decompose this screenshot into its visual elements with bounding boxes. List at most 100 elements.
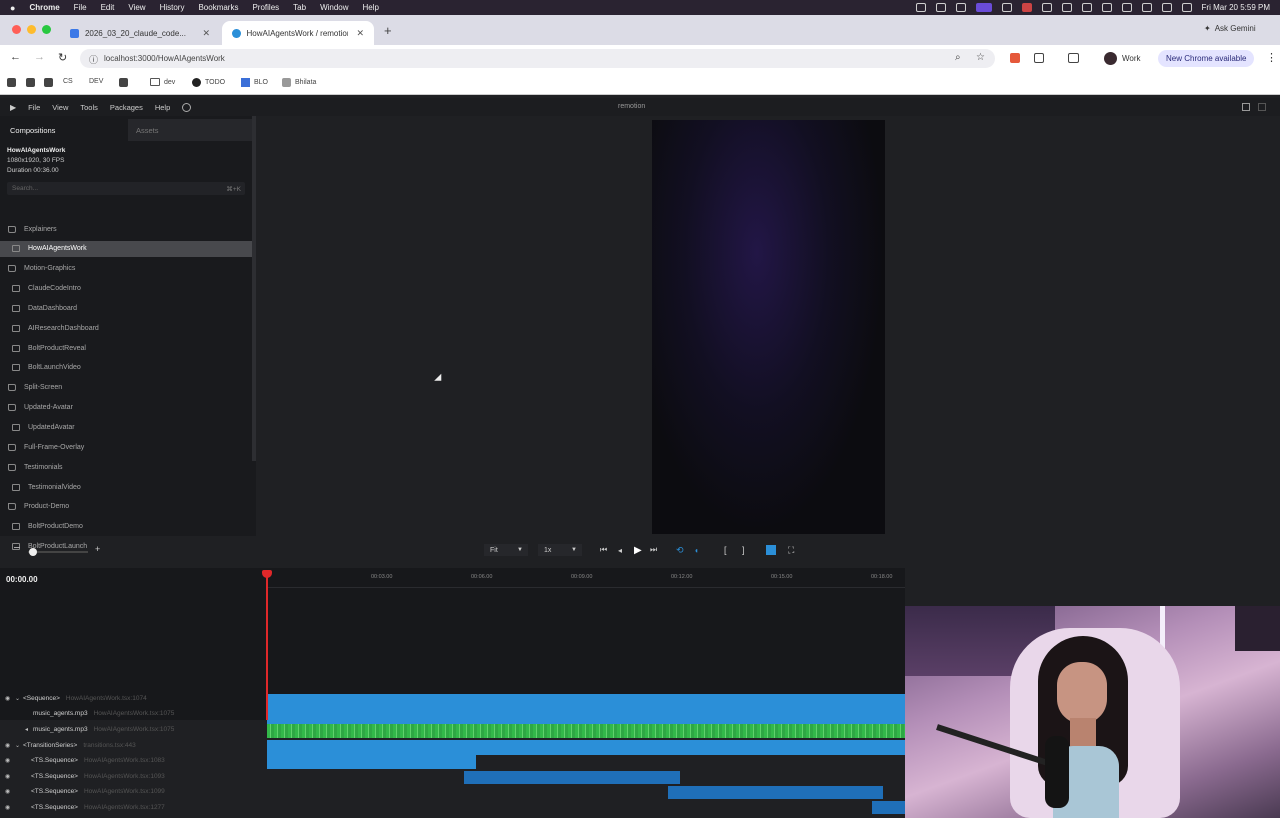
menu-packages[interactable]: Packages xyxy=(110,103,143,112)
menubar-help[interactable]: Help xyxy=(363,3,379,12)
layout-toggle-icon[interactable] xyxy=(1242,103,1250,111)
playhead[interactable] xyxy=(266,570,268,720)
menubar-bookmarks[interactable]: Bookmarks xyxy=(198,3,238,12)
screen-record-icon[interactable] xyxy=(975,3,992,12)
status-icon[interactable] xyxy=(1041,3,1052,12)
close-window-button[interactable] xyxy=(12,25,21,34)
jump-to-end-icon[interactable]: ⏭ xyxy=(650,544,657,556)
maximize-window-button[interactable] xyxy=(42,25,51,34)
in-point-icon[interactable]: [ xyxy=(724,544,727,556)
close-tab-icon[interactable]: ✕ xyxy=(202,28,210,39)
folder-item[interactable]: Explainers xyxy=(0,221,252,237)
menubar-datetime[interactable]: Fri Mar 20 5:59 PM xyxy=(1202,3,1270,12)
bookmark-blo[interactable]: BLO xyxy=(241,78,268,87)
timeline-track-row[interactable]: ◉ <TS.Sequence> HowAIAgentsWork.tsx:1083 xyxy=(0,753,262,768)
bookmark-star-icon[interactable]: ☆ xyxy=(976,52,985,63)
chrome-update-button[interactable]: New Chrome available xyxy=(1158,50,1255,67)
ts-sequence-bar[interactable] xyxy=(668,786,883,799)
canvas-zoom-in-icon[interactable]: + xyxy=(95,544,100,554)
composition-item[interactable]: BoltLaunchVideo xyxy=(0,360,252,376)
step-back-icon[interactable]: ◂ xyxy=(618,544,622,556)
folder-item[interactable]: Motion-Graphics xyxy=(0,261,252,277)
bookmark-todo[interactable]: TODO xyxy=(192,78,225,87)
menu-view[interactable]: View xyxy=(52,103,68,112)
tab-compositions[interactable]: Compositions xyxy=(10,122,55,138)
layout-toggle-icon[interactable] xyxy=(1258,103,1266,111)
tab-remotion[interactable]: HowAIAgentsWork / remotion ✕ xyxy=(222,21,374,45)
out-point-icon[interactable]: ] xyxy=(742,544,745,556)
composition-item[interactable]: TestimonialVideo xyxy=(0,479,252,495)
folder-item[interactable]: Split-Screen xyxy=(0,380,252,396)
menubar-history[interactable]: History xyxy=(160,3,185,12)
menubar-tab[interactable]: Tab xyxy=(293,3,306,12)
extensions-puzzle-icon[interactable] xyxy=(1034,53,1044,63)
folder-item[interactable]: Updated-Avatar xyxy=(0,400,252,416)
search-input[interactable]: Search... ⌘+K xyxy=(7,182,245,195)
zoom-select[interactable]: Fit ▼ xyxy=(484,544,528,556)
composition-item[interactable]: HowAIAgentsWork xyxy=(0,240,252,257)
menubar-file[interactable]: File xyxy=(74,3,87,12)
tab-assets[interactable]: Assets xyxy=(136,122,159,138)
minimize-window-button[interactable] xyxy=(27,25,36,34)
side-panel-icon[interactable] xyxy=(1068,53,1079,63)
sidebar-scrollbar[interactable] xyxy=(252,116,256,461)
bookmark-icon[interactable] xyxy=(26,78,35,87)
composition-item[interactable]: UpdatedAvatar xyxy=(0,420,252,436)
wifi-icon[interactable] xyxy=(1141,3,1152,12)
mic-icon[interactable] xyxy=(1001,3,1012,12)
checkerboard-icon[interactable] xyxy=(766,545,776,555)
timeline-track-row[interactable]: ◂ music_agents.mp3 HowAIAgentsWork.tsx:107… xyxy=(0,722,262,737)
menubar-edit[interactable]: Edit xyxy=(101,3,115,12)
composition-item[interactable]: AIResearchDashboard xyxy=(0,320,252,336)
composition-item[interactable]: DataDashboard xyxy=(0,300,252,316)
battery-icon[interactable] xyxy=(1121,3,1132,12)
reload-icon[interactable]: ↻ xyxy=(58,51,67,64)
visibility-eye-icon[interactable]: ◉ xyxy=(5,695,15,702)
bookmark-cs[interactable]: CS xyxy=(63,78,73,85)
composition-item[interactable]: ClaudeCodeIntro xyxy=(0,281,252,297)
status-icon[interactable] xyxy=(1021,3,1032,12)
expand-chevron-icon[interactable]: ◂ xyxy=(25,726,33,733)
menubar-view[interactable]: View xyxy=(128,3,145,12)
status-icon[interactable] xyxy=(1101,3,1112,12)
ts-sequence-bar[interactable] xyxy=(267,755,476,769)
zoom-icon[interactable]: ⌕ xyxy=(955,52,961,63)
address-bar[interactable]: ⓘ localhost:3000/HowAIAgentsWork ⌕ ☆ xyxy=(80,49,995,68)
bookmark-icon[interactable] xyxy=(119,78,128,87)
video-preview-canvas[interactable] xyxy=(652,120,885,534)
expand-chevron-icon[interactable]: ⌄ xyxy=(15,695,23,702)
control-center-icon[interactable] xyxy=(1181,3,1192,12)
visibility-eye-icon[interactable]: ◉ xyxy=(5,757,15,764)
back-icon[interactable]: ← xyxy=(10,51,21,63)
visibility-eye-icon[interactable]: ◉ xyxy=(5,742,15,749)
site-info-icon[interactable]: ⓘ xyxy=(89,53,98,66)
folder-item[interactable]: Full-Frame-Overlay xyxy=(0,439,252,455)
menu-file[interactable]: File xyxy=(28,103,40,112)
timeline-track-row[interactable]: ◉ <TS.Sequence> HowAIAgentsWork.tsx:1277 xyxy=(0,800,262,815)
ts-sequence-bar[interactable] xyxy=(464,771,680,784)
headphones-icon[interactable] xyxy=(1081,3,1092,12)
ts-sequence-bar[interactable] xyxy=(872,801,905,814)
loop-icon[interactable]: ⟲ xyxy=(676,544,684,556)
timeline-track-row[interactable]: ◉ ⌄ <TransitionSeries> transitions.tsx:443 xyxy=(0,738,262,753)
bookmark-dev-upper[interactable]: DEV xyxy=(89,78,103,85)
settings-icon[interactable] xyxy=(182,102,192,112)
transition-series-bar[interactable] xyxy=(267,740,905,755)
timeline-track-row[interactable]: ◉ <TS.Sequence> HowAIAgentsWork.tsx:1093 xyxy=(0,769,262,784)
menubar-window[interactable]: Window xyxy=(320,3,348,12)
expand-chevron-icon[interactable]: ⌄ xyxy=(15,742,23,749)
status-icon[interactable] xyxy=(1061,3,1072,12)
play-icon[interactable]: ▶ xyxy=(634,544,642,556)
visibility-eye-icon[interactable]: ◉ xyxy=(5,773,15,780)
tab-docs[interactable]: 2026_03_20_claude_code... ✕ xyxy=(60,21,220,45)
close-tab-icon[interactable]: ✕ xyxy=(356,28,364,39)
search-icon[interactable] xyxy=(1161,3,1172,12)
folder-item[interactable]: Testimonials xyxy=(0,459,252,475)
menubar-app-name[interactable]: Chrome xyxy=(29,3,59,12)
timeline-track-row[interactable]: ◉ ⌄ <Sequence> HowAIAgentsWork.tsx:1074 xyxy=(0,691,262,706)
mute-icon[interactable]: ◖ xyxy=(694,544,699,556)
slider-thumb[interactable] xyxy=(29,548,37,556)
bookmark-bhilata[interactable]: Bhilata xyxy=(282,78,316,87)
timeline-ruler[interactable]: 00:03.00 00:06.00 00:09.00 00:12.00 00:1… xyxy=(266,568,905,588)
bookmark-folder-dev[interactable]: dev xyxy=(150,78,175,86)
